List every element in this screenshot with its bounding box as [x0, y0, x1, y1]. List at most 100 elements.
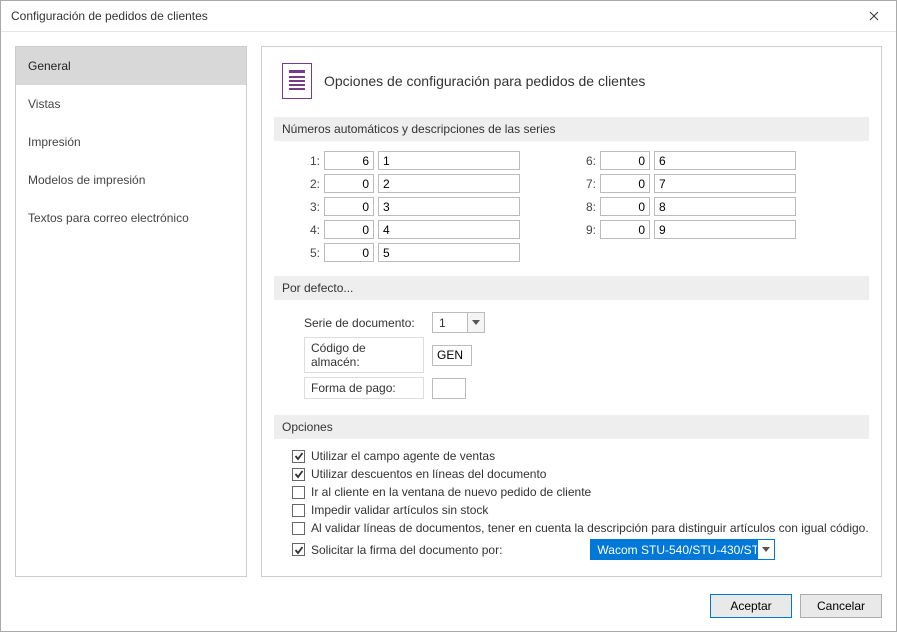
default-pago-label: Forma de pago: — [304, 377, 424, 399]
option-agente-ventas: Utilizar el campo agente de ventas — [292, 449, 869, 463]
panel-title: Opciones de configuración para pedidos d… — [324, 73, 645, 89]
series-label: 5: — [304, 246, 320, 260]
sidebar-item-label: General — [28, 59, 71, 73]
series-num-input-3[interactable] — [324, 197, 374, 216]
option-impedir-validar: Impedir validar artículos sin stock — [292, 503, 869, 517]
option-label: Solicitar la firma del documento por: — [311, 543, 502, 557]
series-row-7: 7: — [580, 174, 796, 193]
series-num-input-1[interactable] — [324, 151, 374, 170]
defaults-body: Serie de documento: 1 Código de almacén:… — [274, 300, 869, 407]
close-icon[interactable] — [851, 1, 896, 31]
default-serie-value: 1 — [433, 313, 467, 332]
option-label: Al validar líneas de documentos, tener e… — [311, 521, 869, 535]
content-area: General Vistas Impresión Modelos de impr… — [1, 32, 896, 591]
series-label: 8: — [580, 200, 596, 214]
series-label: 9: — [580, 223, 596, 237]
series-col-right: 6: 7: 8: 9: — [580, 151, 796, 262]
dialog-window: Configuración de pedidos de clientes Gen… — [0, 0, 897, 632]
default-pago-row: Forma de pago: — [304, 377, 869, 399]
default-serie-select[interactable]: 1 — [432, 312, 485, 333]
default-serie-label: Serie de documento: — [304, 313, 424, 333]
series-num-input-2[interactable] — [324, 174, 374, 193]
sidebar-item-modelos[interactable]: Modelos de impresión — [16, 161, 246, 199]
series-desc-input-8[interactable] — [654, 197, 796, 216]
section-header-options: Opciones — [274, 415, 869, 439]
sidebar-item-label: Vistas — [28, 97, 60, 111]
option-solicitar-firma: Solicitar la firma del documento por: Wa… — [292, 539, 869, 560]
checkbox[interactable] — [292, 450, 305, 463]
sidebar-item-textos-correo[interactable]: Textos para correo electrónico — [16, 199, 246, 237]
sidebar: General Vistas Impresión Modelos de impr… — [15, 46, 247, 577]
series-row-6: 6: — [580, 151, 796, 170]
series-row-3: 3: — [304, 197, 520, 216]
series-col-left: 1: 2: 3: 4: — [304, 151, 520, 262]
series-desc-input-1[interactable] — [378, 151, 520, 170]
sidebar-item-general[interactable]: General — [16, 47, 246, 85]
checkbox[interactable] — [292, 504, 305, 517]
window-title: Configuración de pedidos de clientes — [11, 9, 851, 23]
default-almacen-label: Código de almacén: — [304, 337, 424, 373]
panel-header: Opciones de configuración para pedidos d… — [274, 59, 869, 109]
sidebar-item-label: Textos para correo electrónico — [28, 211, 189, 225]
chevron-down-icon — [467, 313, 484, 332]
default-almacen-row: Código de almacén: — [304, 337, 869, 373]
checkbox[interactable] — [292, 543, 305, 556]
series-row-2: 2: — [304, 174, 520, 193]
series-desc-input-7[interactable] — [654, 174, 796, 193]
signature-device-value: Wacom STU-540/STU-430/STU- — [591, 540, 757, 559]
series-row-8: 8: — [580, 197, 796, 216]
title-controls — [851, 1, 896, 31]
cancel-button[interactable]: Cancelar — [800, 594, 882, 618]
main-panel: Opciones de configuración para pedidos d… — [261, 46, 882, 577]
section-header-defaults: Por defecto... — [274, 276, 869, 300]
series-label: 6: — [580, 154, 596, 168]
options-body: Utilizar el campo agente de ventas Utili… — [274, 439, 869, 564]
option-label: Utilizar el campo agente de ventas — [311, 449, 495, 463]
option-validar-lineas: Al validar líneas de documentos, tener e… — [292, 521, 869, 535]
option-label: Ir al cliente en la ventana de nuevo ped… — [311, 485, 591, 499]
series-row-4: 4: — [304, 220, 520, 239]
series-desc-input-9[interactable] — [654, 220, 796, 239]
option-label: Utilizar descuentos en líneas del docume… — [311, 467, 546, 481]
series-desc-input-2[interactable] — [378, 174, 520, 193]
series-num-input-4[interactable] — [324, 220, 374, 239]
sidebar-item-vistas[interactable]: Vistas — [16, 85, 246, 123]
series-num-input-6[interactable] — [600, 151, 650, 170]
series-desc-input-3[interactable] — [378, 197, 520, 216]
default-almacen-input[interactable] — [432, 345, 472, 366]
series-num-input-5[interactable] — [324, 243, 374, 262]
series-grid: 1: 2: 3: 4: — [274, 141, 869, 268]
section-header-series: Números automáticos y descripciones de l… — [274, 117, 869, 141]
chevron-down-icon — [757, 540, 774, 559]
titlebar: Configuración de pedidos de clientes — [1, 1, 896, 32]
series-row-5: 5: — [304, 243, 520, 262]
option-descuentos: Utilizar descuentos en líneas del docume… — [292, 467, 869, 481]
series-num-input-7[interactable] — [600, 174, 650, 193]
option-ir-al-cliente: Ir al cliente en la ventana de nuevo ped… — [292, 485, 869, 499]
default-pago-input[interactable] — [432, 378, 466, 399]
option-label: Impedir validar artículos sin stock — [311, 503, 488, 517]
signature-device-select[interactable]: Wacom STU-540/STU-430/STU- — [590, 539, 775, 560]
series-desc-input-6[interactable] — [654, 151, 796, 170]
default-serie-row: Serie de documento: 1 — [304, 312, 869, 333]
dialog-footer: Aceptar Cancelar — [1, 591, 896, 631]
sidebar-item-label: Impresión — [28, 135, 81, 149]
series-num-input-8[interactable] — [600, 197, 650, 216]
accept-button[interactable]: Aceptar — [710, 594, 792, 618]
series-label: 2: — [304, 177, 320, 191]
series-desc-input-4[interactable] — [378, 220, 520, 239]
series-desc-input-5[interactable] — [378, 243, 520, 262]
checkbox[interactable] — [292, 486, 305, 499]
series-label: 7: — [580, 177, 596, 191]
checkbox[interactable] — [292, 468, 305, 481]
sidebar-item-impresion[interactable]: Impresión — [16, 123, 246, 161]
series-label: 1: — [304, 154, 320, 168]
document-icon — [282, 63, 312, 99]
series-label: 3: — [304, 200, 320, 214]
checkbox[interactable] — [292, 522, 305, 535]
sidebar-item-label: Modelos de impresión — [28, 173, 145, 187]
series-row-1: 1: — [304, 151, 520, 170]
series-row-9: 9: — [580, 220, 796, 239]
series-num-input-9[interactable] — [600, 220, 650, 239]
series-label: 4: — [304, 223, 320, 237]
